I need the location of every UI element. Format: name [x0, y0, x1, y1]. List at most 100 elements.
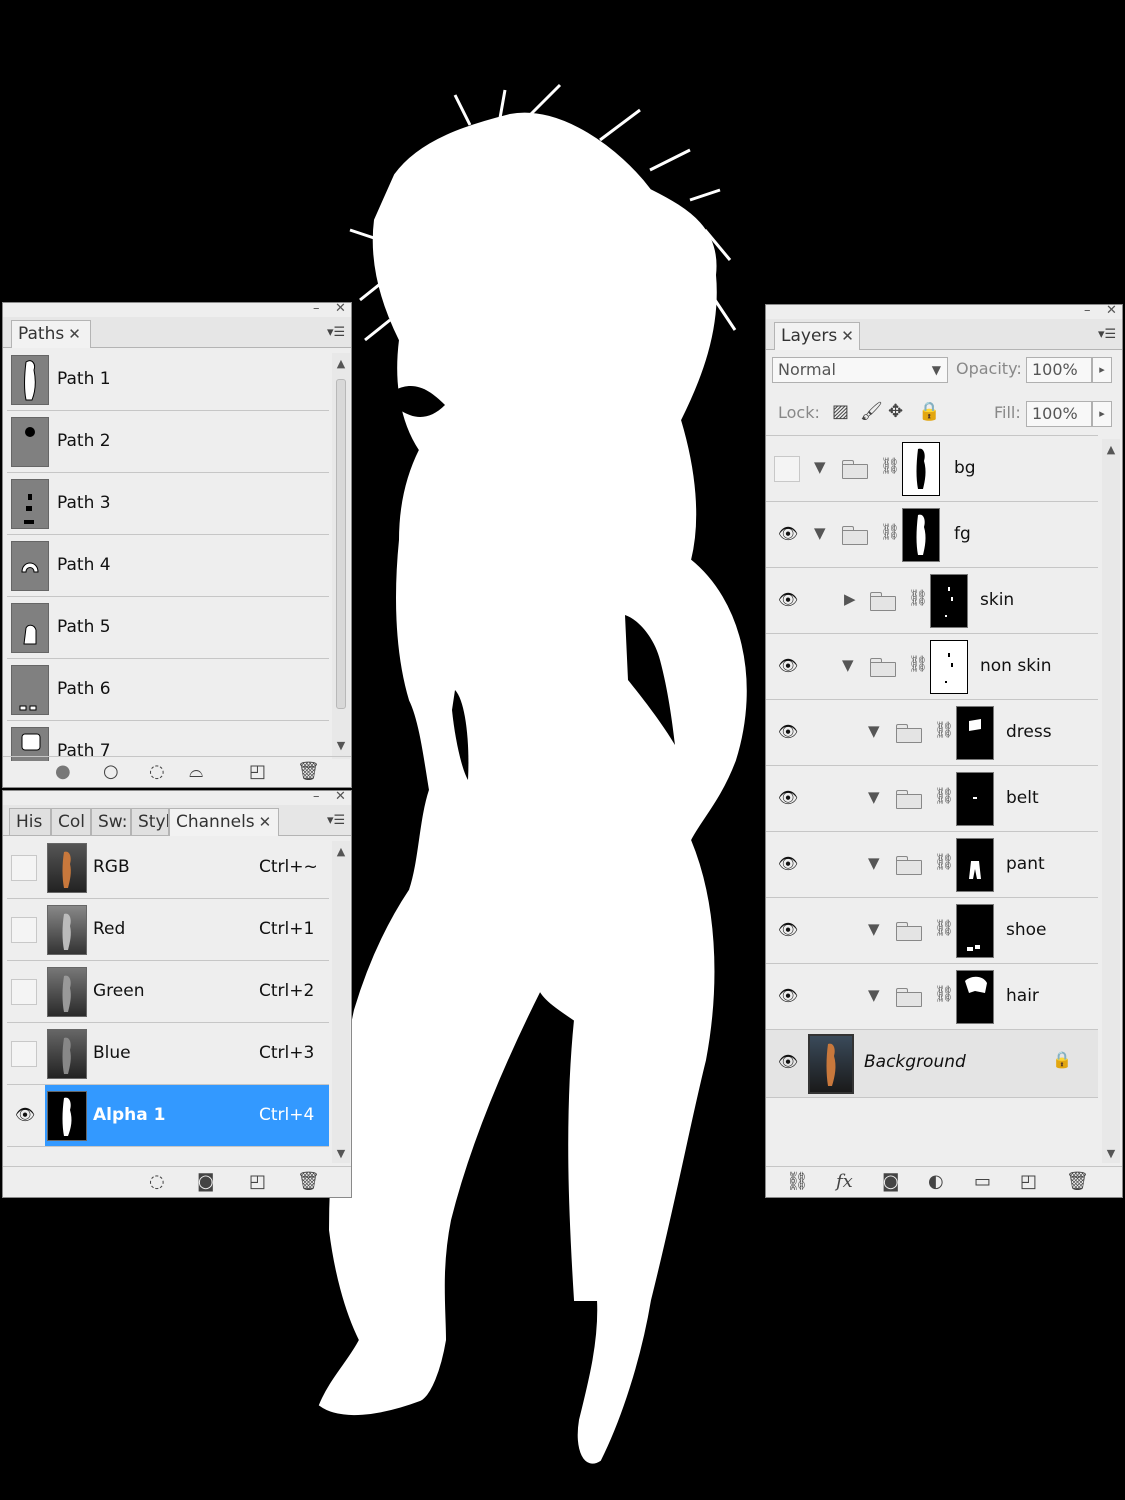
- eye-icon[interactable]: 👁: [776, 986, 800, 1005]
- layer-row[interactable]: 👁 ▼ ⛓ non skin: [766, 634, 1098, 700]
- eye-icon[interactable]: 👁: [776, 1052, 800, 1071]
- visibility-toggle[interactable]: [11, 979, 37, 1005]
- layer-mask-thumbnail[interactable]: [956, 838, 994, 892]
- trash-icon[interactable]: 🗑: [297, 1171, 320, 1192]
- add-mask-icon[interactable]: ◙: [882, 1171, 899, 1192]
- close-icon[interactable]: ✕: [68, 325, 81, 343]
- eye-icon[interactable]: 👁: [776, 524, 800, 543]
- layer-row[interactable]: 👁 ▼ ⛓ hair: [766, 964, 1098, 1030]
- layer-style-icon[interactable]: fx: [836, 1171, 853, 1192]
- new-channel-icon[interactable]: ◰: [249, 1171, 266, 1192]
- close-icon[interactable]: ✕: [841, 327, 854, 345]
- fill-field[interactable]: 100%: [1026, 401, 1092, 427]
- eye-icon[interactable]: 👁: [13, 1105, 37, 1124]
- layer-mask-thumbnail[interactable]: [930, 640, 968, 694]
- lock-all-icon[interactable]: 🔒: [918, 401, 940, 422]
- close-icon[interactable]: ✕: [335, 301, 346, 316]
- fill-path-icon[interactable]: ●: [55, 761, 71, 782]
- load-selection-icon[interactable]: ◌: [149, 761, 165, 782]
- new-group-icon[interactable]: ▭: [974, 1171, 991, 1192]
- chain-link-icon[interactable]: ⛓: [934, 918, 954, 937]
- minimize-icon[interactable]: –: [1084, 303, 1091, 318]
- layer-row[interactable]: 👁 Background 🔒: [766, 1030, 1098, 1098]
- chain-link-icon[interactable]: ⛓: [934, 852, 954, 871]
- layer-row[interactable]: 👁 ▼ ⛓ pant: [766, 832, 1098, 898]
- scroll-up-icon[interactable]: ▲: [1102, 443, 1120, 456]
- panel-menu-icon[interactable]: ▾☰: [327, 325, 345, 340]
- eye-icon[interactable]: 👁: [776, 722, 800, 741]
- layer-mask-thumbnail[interactable]: [956, 772, 994, 826]
- layer-row[interactable]: ▼ ⛓ bg: [766, 436, 1098, 502]
- save-selection-icon[interactable]: ◙: [197, 1171, 214, 1192]
- link-layers-icon[interactable]: ⛓: [786, 1171, 809, 1192]
- lock-transparency-icon[interactable]: ▨: [832, 401, 849, 422]
- close-icon[interactable]: ✕: [1106, 303, 1117, 318]
- chain-link-icon[interactable]: ⛓: [880, 522, 900, 541]
- list-item[interactable]: Red Ctrl+1: [7, 899, 329, 961]
- adjustment-layer-icon[interactable]: ◐: [928, 1171, 944, 1192]
- layer-mask-thumbnail[interactable]: [902, 508, 940, 562]
- eye-icon[interactable]: 👁: [776, 590, 800, 609]
- layer-mask-thumbnail[interactable]: [956, 706, 994, 760]
- list-item-selected[interactable]: 👁 Alpha 1 Ctrl+4: [7, 1085, 329, 1147]
- eye-icon[interactable]: 👁: [776, 854, 800, 873]
- visibility-toggle[interactable]: [11, 1041, 37, 1067]
- layers-scrollbar[interactable]: ▲ ▼: [1102, 439, 1120, 1163]
- trash-icon[interactable]: 🗑: [297, 761, 320, 782]
- channels-scrollbar[interactable]: ▲ ▼: [332, 841, 350, 1163]
- lock-image-icon[interactable]: 🖌: [860, 401, 883, 422]
- expand-triangle-icon[interactable]: ▼: [814, 524, 826, 542]
- opacity-slider-button[interactable]: ▸: [1092, 357, 1112, 383]
- list-item[interactable]: Path 7: [7, 721, 329, 761]
- layer-row[interactable]: 👁 ▼ ⛓ shoe: [766, 898, 1098, 964]
- stroke-path-icon[interactable]: ○: [103, 761, 119, 782]
- close-icon[interactable]: ✕: [259, 813, 272, 831]
- tab-swatches[interactable]: Sw:: [91, 808, 131, 835]
- scroll-down-icon[interactable]: ▼: [332, 739, 350, 752]
- panel-menu-icon[interactable]: ▾☰: [327, 813, 345, 828]
- blend-mode-select[interactable]: Normal ▼: [772, 357, 948, 383]
- tab-layers[interactable]: Layers ✕: [774, 322, 860, 350]
- chain-link-icon[interactable]: ⛓: [908, 588, 928, 607]
- chain-link-icon[interactable]: ⛓: [934, 786, 954, 805]
- layer-row[interactable]: 👁 ▼ ⛓ belt: [766, 766, 1098, 832]
- make-workpath-icon[interactable]: ⌓: [189, 761, 203, 782]
- list-item[interactable]: Path 1: [7, 349, 329, 411]
- eye-icon[interactable]: 👁: [776, 656, 800, 675]
- scroll-up-icon[interactable]: ▲: [332, 357, 350, 370]
- collapse-triangle-icon[interactable]: ▶: [844, 590, 856, 608]
- visibility-toggle[interactable]: [11, 917, 37, 943]
- expand-triangle-icon[interactable]: ▼: [868, 854, 880, 872]
- scrollbar-thumb[interactable]: [336, 379, 346, 709]
- expand-triangle-icon[interactable]: ▼: [868, 788, 880, 806]
- layer-row[interactable]: 👁 ▼ ⛓ fg: [766, 502, 1098, 568]
- chain-link-icon[interactable]: ⛓: [934, 984, 954, 1003]
- layer-mask-thumbnail[interactable]: [902, 442, 940, 496]
- layer-row[interactable]: 👁 ▶ ⛓ skin: [766, 568, 1098, 634]
- list-item[interactable]: Path 2: [7, 411, 329, 473]
- tab-history[interactable]: His: [9, 808, 51, 835]
- layer-row[interactable]: 👁 ▼ ⛓ dress: [766, 700, 1098, 766]
- lock-position-icon[interactable]: ✥: [888, 401, 903, 422]
- expand-triangle-icon[interactable]: ▼: [868, 920, 880, 938]
- tab-styles[interactable]: Styl: [131, 808, 169, 835]
- minimize-icon[interactable]: –: [313, 301, 320, 316]
- scroll-down-icon[interactable]: ▼: [1102, 1147, 1120, 1160]
- close-icon[interactable]: ✕: [335, 789, 346, 804]
- chain-link-icon[interactable]: ⛓: [934, 720, 954, 739]
- expand-triangle-icon[interactable]: ▼: [868, 722, 880, 740]
- opacity-field[interactable]: 100%: [1026, 357, 1092, 383]
- list-item[interactable]: Path 3: [7, 473, 329, 535]
- layer-thumbnail[interactable]: [808, 1034, 854, 1094]
- list-item[interactable]: RGB Ctrl+~: [7, 837, 329, 899]
- paths-scrollbar[interactable]: ▲ ▼: [332, 353, 350, 759]
- new-path-icon[interactable]: ◰: [249, 761, 266, 782]
- list-item[interactable]: Green Ctrl+2: [7, 961, 329, 1023]
- list-item[interactable]: Path 6: [7, 659, 329, 721]
- layer-mask-thumbnail[interactable]: [930, 574, 968, 628]
- load-selection-icon[interactable]: ◌: [149, 1171, 165, 1192]
- tab-paths[interactable]: Paths ✕: [11, 320, 91, 348]
- tab-channels[interactable]: Channels ✕: [169, 808, 279, 836]
- chain-link-icon[interactable]: ⛓: [880, 456, 900, 475]
- tab-color[interactable]: Col: [51, 808, 91, 835]
